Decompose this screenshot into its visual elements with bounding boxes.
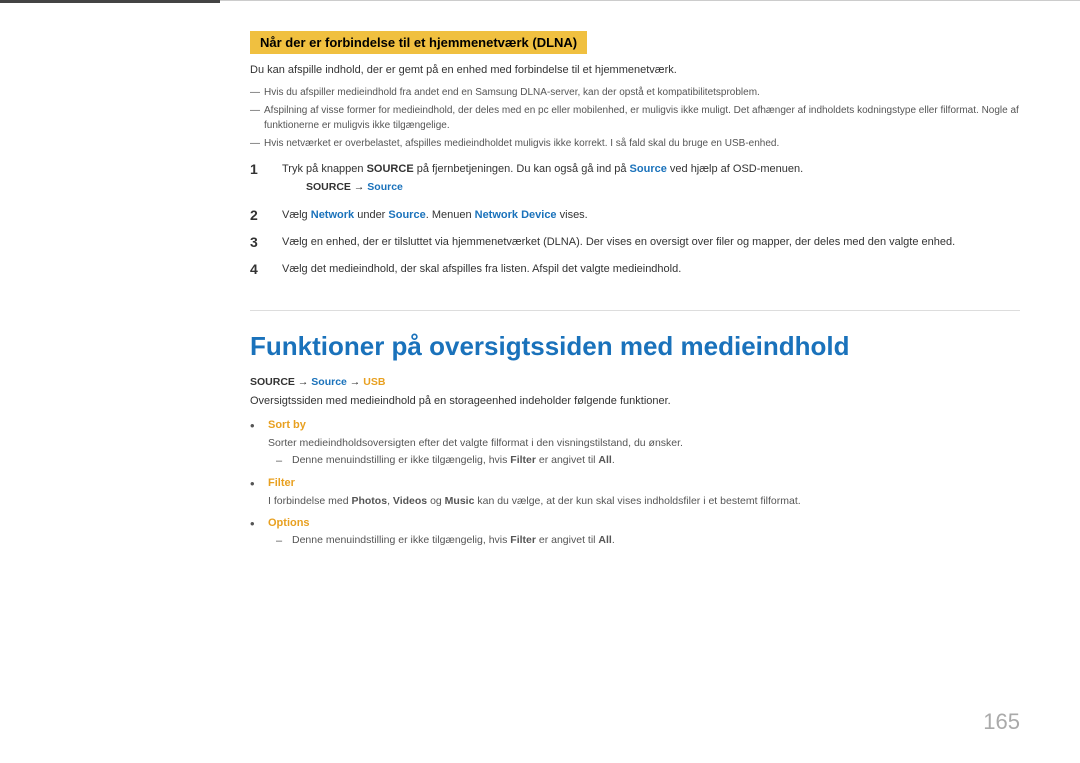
videos-bold: Videos bbox=[393, 495, 427, 507]
source-link: Source bbox=[367, 181, 403, 193]
sub-dash-mark-2: – bbox=[276, 533, 292, 550]
page: Når der er forbindelse til et hjemmenetv… bbox=[0, 0, 1080, 763]
step-3: 3 Vælg en enhed, der er tilsluttet via h… bbox=[250, 234, 1020, 253]
bullet-dot-3: • bbox=[250, 514, 268, 534]
sidebar bbox=[0, 0, 220, 763]
step-3-content: Vælg en enhed, der er tilsluttet via hje… bbox=[282, 234, 1020, 251]
all-bold-1: All bbox=[598, 454, 611, 466]
bullet-list: • Sort by Sorter medieindholdsoversigten… bbox=[250, 417, 1020, 549]
source-keyword2: SOURCE bbox=[250, 376, 295, 388]
bullet-options-content: Options – Denne menuindstilling er ikke … bbox=[268, 515, 1020, 549]
functions-intro: Oversigtssiden med medieindhold på en st… bbox=[250, 393, 1020, 410]
sort-by-sub-text: Denne menuindstilling er ikke tilgængeli… bbox=[292, 453, 615, 469]
step-2-text-end: vises. bbox=[557, 209, 588, 221]
step-2-source: Source bbox=[388, 209, 425, 221]
photos-bold: Photos bbox=[351, 495, 387, 507]
filter-label: Filter bbox=[268, 477, 295, 489]
step-4-number: 4 bbox=[250, 259, 274, 280]
bullet-sort-by: • Sort by Sorter medieindholdsoversigten… bbox=[250, 417, 1020, 469]
functions-title: Funktioner på oversigtssiden med mediein… bbox=[250, 331, 1020, 362]
source-keyword: SOURCE bbox=[306, 181, 351, 193]
step-4: 4 Vælg det medieindhold, der skal afspil… bbox=[250, 261, 1020, 280]
main-content: Når der er forbindelse til et hjemmenetv… bbox=[220, 0, 1080, 763]
step-4-content: Vælg det medieindhold, der skal afspille… bbox=[282, 261, 1020, 278]
options-sub-note: – Denne menuindstilling er ikke tilgænge… bbox=[268, 533, 1020, 550]
filter-description: I forbindelse med Photos, Videos og Musi… bbox=[268, 494, 1020, 510]
dlna-section: Når der er forbindelse til et hjemmenetv… bbox=[250, 31, 1020, 280]
functions-source-path: SOURCE → Source → USB bbox=[250, 376, 1020, 388]
step-1-bold1: SOURCE bbox=[367, 163, 414, 175]
filter-bold-2: Filter bbox=[510, 534, 536, 546]
filter-bold-1: Filter bbox=[510, 454, 536, 466]
step-2-text-before: Vælg bbox=[282, 209, 311, 221]
bullet-filter: • Filter I forbindelse med Photos, Video… bbox=[250, 475, 1020, 509]
step-2-number: 2 bbox=[250, 205, 274, 226]
step-2-networkdevice: Network Device bbox=[475, 209, 557, 221]
step-2-network: Network bbox=[311, 209, 354, 221]
music-bold: Music bbox=[445, 495, 475, 507]
dlna-note-2: Afspilning af visse former for medieindh… bbox=[250, 103, 1020, 133]
step-2: 2 Vælg Network under Source. Menuen Netw… bbox=[250, 207, 1020, 226]
sort-by-label: Sort by bbox=[268, 419, 306, 431]
step-1-bold2: Source bbox=[630, 163, 667, 175]
bullet-dot-2: • bbox=[250, 474, 268, 494]
options-label: Options bbox=[268, 517, 310, 529]
step-1: 1 Tryk på knappen SOURCE på fjernbetjeni… bbox=[250, 161, 1020, 199]
dlna-title: Når der er forbindelse til et hjemmenetv… bbox=[250, 31, 587, 54]
step-3-number: 3 bbox=[250, 232, 274, 253]
step-2-content: Vælg Network under Source. Menuen Networ… bbox=[282, 207, 1020, 224]
dlna-note-1: Hvis du afspiller medieindhold fra andet… bbox=[250, 85, 1020, 100]
sub-dash-mark-1: – bbox=[276, 453, 292, 470]
dlna-intro: Du kan afspille indhold, der er gemt på … bbox=[250, 62, 1020, 79]
step-1-content: Tryk på knappen SOURCE på fjernbetjening… bbox=[282, 161, 1020, 199]
bullet-filter-content: Filter I forbindelse med Photos, Videos … bbox=[268, 475, 1020, 509]
sort-by-sub-note: – Denne menuindstilling er ikke tilgænge… bbox=[268, 453, 1020, 470]
step-1-source-path: SOURCE → Source bbox=[306, 180, 1020, 196]
step-1-number: 1 bbox=[250, 159, 274, 180]
usb-link: USB bbox=[363, 376, 385, 388]
step-1-text-mid: på fjernbetjeningen. Du kan også gå ind … bbox=[414, 163, 630, 175]
all-bold-2: All bbox=[598, 534, 611, 546]
sort-by-description: Sorter medieindholdsoversigten efter det… bbox=[268, 436, 1020, 452]
steps-list: 1 Tryk på knappen SOURCE på fjernbetjeni… bbox=[250, 161, 1020, 280]
step-1-text-after: ved hjælp af OSD-menuen. bbox=[667, 163, 803, 175]
step-1-text-before: Tryk på knappen bbox=[282, 163, 367, 175]
step-2-text-mid2: . Menuen bbox=[426, 209, 475, 221]
bullet-dot-1: • bbox=[250, 416, 268, 436]
functions-section: Funktioner på oversigtssiden med mediein… bbox=[250, 310, 1020, 550]
bullet-sort-by-content: Sort by Sorter medieindholdsoversigten e… bbox=[268, 417, 1020, 469]
step-2-text-mid: under bbox=[354, 209, 388, 221]
dlna-note-3: Hvis netværket er overbelastet, afspille… bbox=[250, 136, 1020, 151]
source-link2: Source bbox=[311, 376, 347, 388]
page-number: 165 bbox=[983, 709, 1020, 735]
options-sub-text: Denne menuindstilling er ikke tilgængeli… bbox=[292, 533, 615, 549]
bullet-options: • Options – Denne menuindstilling er ikk… bbox=[250, 515, 1020, 549]
